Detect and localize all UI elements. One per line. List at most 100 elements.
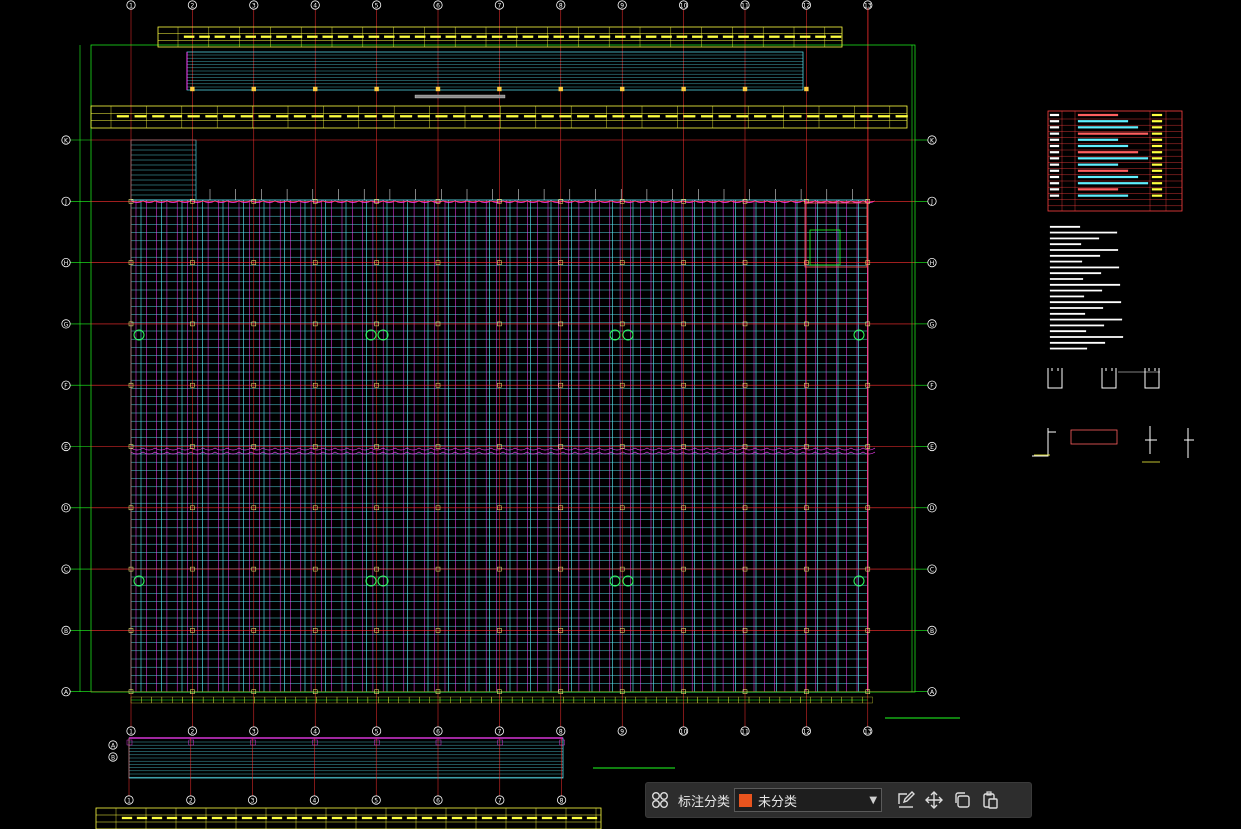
top-schedule-text: [799, 35, 811, 38]
edit-button[interactable]: [892, 786, 920, 814]
note-line: [1049, 312, 1086, 315]
note-line: [1049, 318, 1123, 321]
note-line: [1049, 295, 1085, 298]
grid-row-bubble-left-label: G: [64, 321, 69, 328]
paste-icon: [983, 791, 998, 809]
grid-row-bubble-left-label: D: [64, 505, 69, 512]
bottom-schedule-text: [556, 816, 568, 820]
top-elevation-post: [497, 86, 502, 92]
copy-button[interactable]: [948, 786, 976, 814]
grid-col-bubble-top-label: 6: [436, 2, 440, 9]
top-schedule-text: [230, 35, 241, 38]
plan-schedule-text: [293, 115, 306, 118]
legend-size: [1151, 182, 1163, 185]
legend-desc: [1077, 188, 1119, 191]
plan-schedule-text: [311, 115, 324, 118]
top-elevation-post: [804, 86, 809, 92]
bottom-schedule-text: [421, 816, 433, 820]
legend-code: [1049, 169, 1060, 172]
bottom-schedule-text: [286, 816, 298, 820]
grid-row-bubble-left-label: C: [64, 567, 68, 574]
legend-size: [1151, 120, 1163, 123]
detail-bracket-1: [1032, 428, 1056, 457]
plan-schedule-text: [824, 115, 837, 118]
bottom-schedule-text: [496, 816, 508, 820]
bottom-schedule-text: [196, 816, 208, 820]
top-elevation-post: [681, 86, 686, 92]
legend-size: [1151, 169, 1163, 172]
top-elevation-post: [435, 86, 441, 92]
detail-splice: [1070, 429, 1118, 445]
bottom-schedule-text: [301, 816, 313, 820]
bottom-schedule-text: [346, 816, 358, 820]
top-schedule-text: [599, 35, 611, 38]
note-line: [1049, 237, 1100, 240]
bracing-symbol: [365, 329, 377, 341]
bottom-post: [250, 739, 256, 746]
ridge-wave: [130, 447, 876, 451]
top-schedule-text: [692, 35, 703, 38]
cad-drawing-canvas[interactable]: K KJ JH HG GF FE ED DC CB BA A11223344556677889910…: [0, 0, 1241, 829]
bottom-row-bubble-label: B: [111, 754, 115, 761]
grid-view-button[interactable]: [646, 786, 674, 814]
grid-col-bubble-bottom-label: 3: [252, 728, 256, 735]
top-schedule-text: [584, 35, 595, 38]
legend-size: [1151, 188, 1163, 191]
note-line: [1049, 231, 1118, 234]
plan-schedule-text: [683, 115, 696, 118]
legend-size: [1151, 175, 1163, 179]
bottom-post: [188, 739, 195, 746]
plan-schedule-text: [559, 115, 572, 118]
grid-row-bubble-right-label: F: [930, 383, 934, 390]
grid-row-bubble-right-label: E: [930, 444, 934, 451]
top-schedule-text: [214, 35, 226, 38]
legend-size: [1151, 138, 1163, 141]
legend-desc: [1077, 144, 1129, 148]
note-line: [1049, 260, 1083, 263]
legend-desc: [1077, 175, 1139, 179]
legend-desc: [1077, 120, 1129, 123]
plan-schedule-text: [700, 115, 714, 118]
grid-row-bubble-right-label: B: [930, 628, 934, 635]
move-icon: [925, 791, 944, 809]
legend-size: [1151, 151, 1163, 154]
bottom-schedule-text: [466, 816, 478, 820]
top-schedule-text: [568, 35, 580, 38]
grid-row-bubble-right-label: G: [930, 321, 935, 328]
top-schedule-text: [722, 35, 734, 38]
bottom-schedule-text: [571, 816, 583, 820]
note-line: [1049, 324, 1105, 327]
bracing-symbol: [133, 575, 145, 587]
top-schedule-text: [430, 35, 441, 38]
bottom-elevation: 1 2 3 4 5 6 7 8AB: [95, 737, 602, 829]
bottom-schedule-text: [211, 816, 223, 820]
grid-col-bubble-top-label: 12: [803, 2, 811, 9]
plan-schedule-text: [877, 115, 891, 118]
top-elevation-post: [374, 86, 379, 92]
plan-schedule-text: [789, 115, 802, 118]
top-schedule-text: [384, 35, 395, 38]
legend-desc: [1077, 138, 1119, 141]
grid-col-bubble-bottom-label: 6: [436, 728, 440, 735]
note-line: [1049, 225, 1081, 228]
bottom-schedule-text: [406, 816, 418, 820]
bottom-schedule-text: [436, 816, 448, 820]
grid-col-bubble-top-label: 11: [741, 2, 749, 9]
top-schedule-text: [445, 35, 457, 38]
bottom-post: [559, 739, 565, 746]
top-elevation-post: [558, 86, 563, 92]
bottom-schedule-text: [121, 816, 133, 820]
detail-c-section-3: [1144, 368, 1160, 389]
category-dropdown[interactable]: 未分类 ▼: [734, 788, 883, 812]
move-button[interactable]: [920, 786, 948, 814]
grid-col-bubble-top-label: 10: [680, 2, 688, 9]
legend-code: [1049, 157, 1060, 160]
paste-button[interactable]: [976, 786, 1004, 814]
grid-row-bubble-left-label: B: [64, 628, 68, 635]
bottom-schedule-text: [511, 816, 523, 820]
top-schedule-text: [491, 35, 503, 38]
grid-col-bubble-bottom-label: 13: [864, 728, 872, 735]
bottom-schedule-text: [166, 816, 178, 820]
bottom-schedule-text: [481, 816, 493, 820]
top-schedule-text: [414, 35, 426, 38]
